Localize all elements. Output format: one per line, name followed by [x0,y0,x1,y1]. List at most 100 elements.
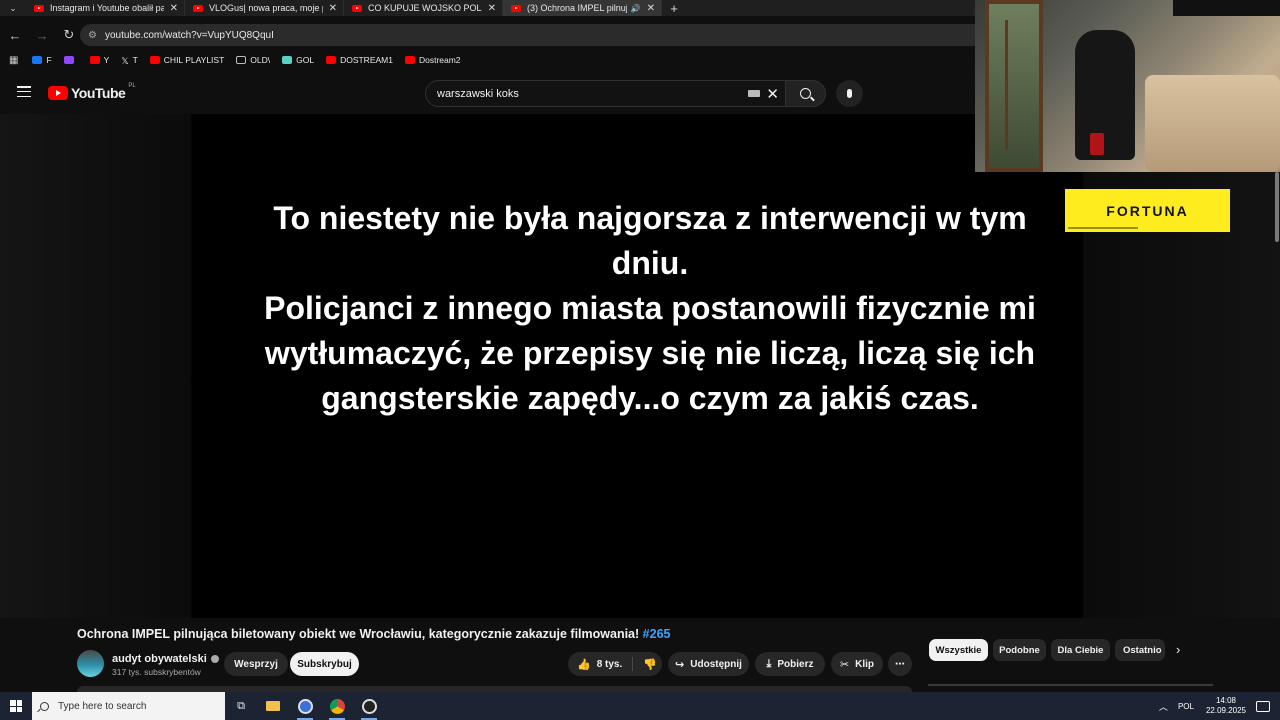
close-tab-icon[interactable]: ✕ [170,3,178,14]
share-label: Udostępnij [690,658,742,670]
browser-tab-3[interactable]: CO KUPUJE WOJSKO POLSKIE? ✕ [344,0,503,16]
address-bar[interactable]: ⚙ youtube.com/watch?v=VupYUQ8QquI [80,24,975,46]
bookmark-dostream1[interactable]: DOSTREAM1 [326,55,393,65]
channel-name[interactable]: audyt obywatelski [112,653,219,665]
x-logo-icon: 𝕏 [121,56,129,66]
chrome-profile-button[interactable] [289,692,321,720]
search-icon [40,701,49,711]
speaker-icon[interactable]: 🔊 [631,4,641,13]
sponsor-wordmark: FORTUNA [1106,202,1189,219]
tab-search-chevron-icon[interactable]: ⌄ [0,0,26,16]
support-button[interactable]: Wesprzyj [224,652,288,676]
chrome-button[interactable] [321,692,353,720]
more-actions-button[interactable]: ⋯ [888,652,912,676]
new-tab-plus-icon[interactable]: + [662,0,686,16]
menu-hamburger-icon[interactable] [17,86,31,98]
video-hashtag-link[interactable]: #265 [643,627,671,641]
channel-avatar[interactable] [77,650,104,677]
sponsor-fineprint [1068,227,1138,229]
youtube-icon [149,56,160,64]
download-button[interactable]: ⤓ Pobierz [755,652,825,676]
apps-grid-icon[interactable]: ▦ [9,55,18,66]
like-dislike-group: 👍 8 tys. 👎 [568,652,662,676]
like-thumb-up-icon[interactable]: 👍 [577,658,591,671]
bookmark-twitch[interactable] [63,56,78,64]
notification-icon[interactable] [1256,700,1270,712]
tab-title: Instagram i Youtube obalił państwo [50,3,164,13]
chevron-right-icon[interactable]: › [1176,642,1180,657]
share-arrow-icon: ↪ [675,658,685,671]
clock[interactable]: 14:08 22.09.2025 [1206,696,1246,716]
search-button[interactable] [785,80,826,107]
keyboard-icon[interactable] [748,90,761,97]
youtube-icon [89,56,100,64]
bookmark-gol[interactable]: GOL [282,55,314,65]
close-tab-icon[interactable]: ✕ [329,3,337,14]
more-dots-icon: ⋯ [895,658,905,670]
site-info-icon[interactable]: ⚙ [88,30,97,41]
download-icon: ⤓ [766,657,772,670]
search-input[interactable]: warszawski koks ✕ [425,80,786,107]
clip-button[interactable]: ✂ Klip [831,652,883,676]
clear-search-icon[interactable]: ✕ [766,85,779,103]
browser-tab-2[interactable]: VLOGus| nowa praca, moje przemyślenia ✕ [185,0,344,16]
scissors-icon: ✂ [839,658,850,671]
webcam-red-object [1090,133,1104,155]
tab-title: CO KUPUJE WOJSKO POLSKIE? [368,3,482,13]
youtube-icon [326,56,337,64]
language-indicator[interactable]: POL [1178,702,1194,711]
bookmark-label: Dostream2 [418,55,461,65]
dislike-thumb-down-icon[interactable]: 👎 [643,658,657,671]
forward-arrow-icon[interactable]: → [30,28,54,43]
taskbar-search-box[interactable]: Type here to search [32,692,225,720]
close-tab-icon[interactable]: ✕ [488,3,496,14]
task-view-icon: ⧉ [237,699,245,712]
bookmark-chil-playlist[interactable]: CHIL PLAYLIST [149,55,224,65]
bookmark-f[interactable]: F [32,55,52,65]
task-view-button[interactable]: ⧉ [225,692,257,720]
folder-icon [236,56,247,64]
system-tray: ︿ POL 14:08 22.09.2025 [1159,692,1280,720]
voice-search-button[interactable] [836,80,863,107]
file-explorer-button[interactable] [257,692,289,720]
chip-recent[interactable]: Ostatnio [1115,639,1165,661]
bookmark-y[interactable]: Y [89,55,109,65]
url-text: youtube.com/watch?v=VupYUQ8QquI [104,29,274,41]
close-tab-icon[interactable]: ✕ [647,3,655,14]
page-scrollbar[interactable] [1275,172,1279,242]
youtube-play-logo-icon [48,86,68,100]
reload-icon[interactable]: ↻ [57,27,81,43]
verified-badge-icon [210,655,219,664]
obs-button[interactable] [353,692,385,720]
video-caption-text: To niestety nie była najgorsza z interwe… [264,200,1036,416]
like-count[interactable]: 8 tys. [597,659,623,670]
bookmark-dostream2[interactable]: Dostream2 [404,55,461,65]
sponsor-banner: FORTUNA [1065,189,1230,232]
youtube-favicon-icon [193,4,203,12]
youtube-logo[interactable]: YouTube PL [48,83,136,101]
browser-tab-4-active[interactable]: (3) Ochrona IMPEL pilnująca 🔊 ✕ [503,0,662,16]
start-button[interactable] [0,692,32,720]
subscribe-button[interactable]: Subskrybuj [290,652,359,676]
chip-for-you[interactable]: Dla Ciebie [1051,639,1110,661]
share-button[interactable]: ↪ Udostępnij [668,652,749,676]
chip-related[interactable]: Podobne [993,639,1046,661]
tray-chevron-up-icon[interactable]: ︿ [1159,700,1168,713]
clock-date: 22.09.2025 [1205,706,1246,715]
chrome-icon [297,698,313,714]
bookmarks-bar: ▦ F Y 𝕏T CHIL PLAYLIST OLD\ GOL DOSTREAM… [0,51,975,69]
webcam-door-frame [1005,20,1045,150]
clip-label: Klip [855,658,875,670]
download-label: Pobierz [777,658,814,670]
chip-all[interactable]: Wszystkie [929,639,988,661]
bookmark-t[interactable]: 𝕏T [121,55,137,66]
taskbar-search-placeholder: Type here to search [58,700,147,712]
back-arrow-icon[interactable]: ← [3,28,27,43]
like-divider [632,657,634,671]
folder-icon [266,701,280,711]
bookmark-folder-old[interactable]: OLD\ [236,55,270,65]
logo-wordmark: YouTube [71,85,126,101]
webcam-tv [1173,0,1280,16]
browser-toolbar: ← → ↻ ⚙ youtube.com/watch?v=VupYUQ8QquI [0,22,975,48]
browser-tab-1[interactable]: Instagram i Youtube obalił państwo ✕ [26,0,185,16]
